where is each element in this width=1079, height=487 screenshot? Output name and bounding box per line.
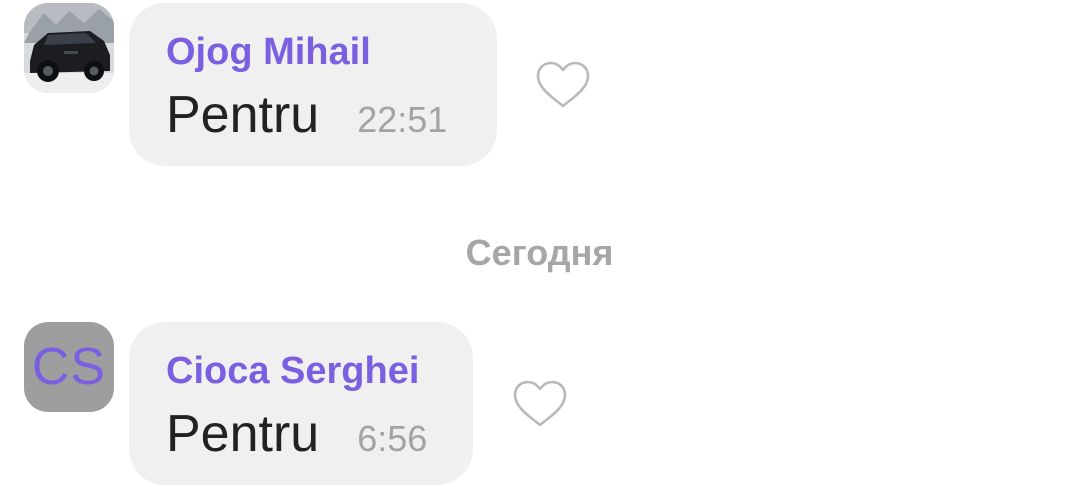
avatar-cioca-serghei[interactable]: CS xyxy=(24,322,114,412)
heart-icon[interactable] xyxy=(535,60,591,110)
car-photo xyxy=(24,3,114,93)
message-time: 22:51 xyxy=(357,99,448,140)
message-content: Pentru 6:56 xyxy=(166,404,427,464)
message-time: 6:56 xyxy=(357,418,428,459)
message-content: Pentru 22:51 xyxy=(166,85,447,145)
avatar-initials: CS xyxy=(31,338,107,396)
message-bubble[interactable]: Ojog Mihail Pentru 22:51 xyxy=(129,3,497,166)
heart-icon[interactable] xyxy=(512,379,568,429)
message-bubble[interactable]: Cioca Serghei Pentru 6:56 xyxy=(129,322,473,485)
date-separator: Сегодня xyxy=(465,232,614,273)
sender-name[interactable]: Ojog Mihail xyxy=(166,31,371,74)
avatar-ojog-mihail[interactable] xyxy=(24,3,114,93)
message-text: Pentru xyxy=(166,405,320,463)
sender-name[interactable]: Cioca Serghei xyxy=(166,350,419,393)
message-text: Pentru xyxy=(166,86,320,144)
